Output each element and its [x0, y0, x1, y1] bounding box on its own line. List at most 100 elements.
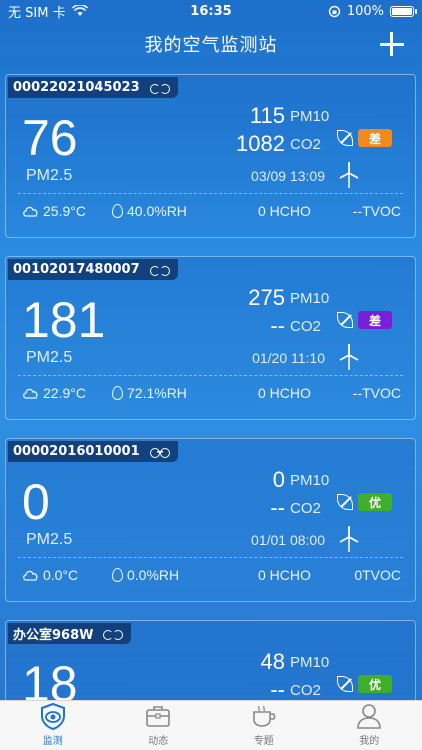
tab-monitor-label: 监测 [42, 736, 63, 747]
leaf-icon [337, 312, 353, 328]
wifi-icon [71, 5, 88, 16]
device-card[interactable]: 00022021045023 76 PM2.5 115 PM10 1082 CO… [5, 74, 416, 238]
status-time: 16:35 [190, 3, 232, 19]
briefcase-icon [146, 706, 171, 727]
pm10-label: PM10 [290, 654, 330, 671]
link-broken-icon [149, 83, 170, 94]
hcho-value: 0 HCHO [258, 385, 311, 401]
quality-badge: 优 [358, 675, 392, 693]
pm25-value: 0 [22, 474, 50, 530]
divider [18, 557, 403, 558]
tvoc-item: --TVOC [353, 385, 401, 401]
environment-row: 0.0°C 0.0%RH 0 HCHO 0TVOC [6, 567, 415, 587]
pm25-value: 181 [22, 292, 106, 348]
update-time: 01/20 11:10 [252, 350, 325, 366]
device-list[interactable]: 00022021045023 76 PM2.5 115 PM10 1082 CO… [0, 74, 422, 700]
tvoc-item: --TVOC [353, 203, 401, 219]
person-icon [357, 704, 382, 729]
tab-news[interactable]: 动态 [106, 701, 212, 750]
humidity-item: 40.0%RH [112, 203, 187, 219]
link-broken-icon [149, 265, 170, 276]
humidity-item: 72.1%RH [112, 385, 187, 401]
co2-value: -- [270, 495, 285, 520]
orientation-lock-icon [328, 5, 341, 17]
battery-percent: 100% [346, 3, 384, 19]
tab-topics[interactable]: 专题 [211, 701, 317, 750]
tvoc-item: 0TVOC [354, 567, 401, 583]
co2-label: CO2 [290, 500, 321, 517]
tvoc-value: --TVOC [352, 203, 401, 219]
pm25-label: PM2.5 [26, 349, 73, 366]
link-broken-icon [103, 629, 124, 640]
pm10-value: 275 [248, 285, 285, 310]
pm10-value: 115 [249, 103, 285, 128]
quality-badge: 优 [358, 493, 392, 511]
device-name-tag: 办公室968W [8, 623, 132, 644]
water-drop-icon [112, 568, 123, 582]
tab-topics-label: 专题 [253, 736, 274, 747]
wind-turbine-icon [339, 162, 359, 188]
device-card[interactable]: 00102017480007 181 PM2.5 275 PM10 -- CO2… [5, 256, 416, 420]
tab-monitor[interactable]: 监测 [0, 701, 106, 750]
pm10-label: PM10 [290, 290, 330, 307]
nav-bar: 我的空气监测站 [0, 22, 422, 66]
cup-icon [252, 705, 276, 727]
co2-value: -- [270, 677, 285, 700]
leaf-icon [337, 130, 353, 146]
co2-value: 1082 [236, 131, 285, 156]
co2-label: CO2 [290, 682, 321, 699]
tvoc-value: 0TVOC [354, 567, 401, 583]
pm25-label: PM2.5 [26, 531, 73, 548]
cloud-icon [23, 388, 38, 399]
wind-turbine-icon [339, 344, 359, 370]
humidity-value: 0.0%RH [127, 567, 180, 583]
divider [18, 375, 403, 376]
temperature-item: 25.9°C [22, 203, 86, 219]
tab-mine[interactable]: 我的 [317, 701, 422, 750]
pm10-label: PM10 [290, 108, 330, 125]
device-name-tag: 00102017480007 [8, 259, 178, 280]
co2-label: CO2 [290, 136, 321, 153]
pm10-value: 0 [272, 467, 285, 492]
pm25-label: PM2.5 [26, 167, 73, 184]
humidity-value: 72.1%RH [127, 385, 187, 401]
tab-bar: 监测 动态 专题 我的 [0, 700, 422, 750]
tvoc-value: --TVOC [352, 385, 401, 401]
update-time: 01/01 08:00 [251, 532, 325, 548]
device-name: 00022021045023 [13, 80, 140, 95]
pm10-label: PM10 [290, 472, 330, 489]
humidity-value: 40.0%RH [127, 203, 187, 219]
wind-turbine-icon [339, 526, 359, 552]
device-name: 办公室968W [13, 628, 94, 643]
environment-row: 25.9°C 40.0%RH 0 HCHO --TVOC [6, 203, 415, 223]
hcho-item: 0 HCHO [258, 567, 311, 583]
hcho-item: 0 HCHO [258, 203, 311, 219]
device-name-tag: 00002016010001 [8, 441, 178, 462]
temperature-item: 0.0°C [22, 567, 78, 583]
device-name: 00002016010001 [13, 444, 140, 459]
cloud-icon [23, 570, 38, 581]
temperature-item: 22.9°C [22, 385, 86, 401]
device-card[interactable]: 00002016010001 0 PM2.5 0 PM10 -- CO2 优 0… [5, 438, 416, 602]
hcho-value: 0 HCHO [258, 567, 311, 583]
pm25-value: 76 [22, 110, 78, 166]
pm10-value: 48 [260, 649, 285, 674]
quality-badge: 差 [358, 129, 392, 147]
pm25-value: 18 [22, 656, 78, 700]
divider [18, 193, 403, 194]
tab-mine-label: 我的 [359, 736, 380, 747]
co2-value: -- [270, 313, 285, 338]
device-name-tag: 00022021045023 [8, 77, 178, 98]
status-bar: 无 SIM 卡 16:35 100% [0, 0, 422, 22]
temperature-value: 0.0°C [43, 567, 79, 583]
temperature-value: 25.9°C [43, 203, 86, 219]
temperature-value: 22.9°C [43, 385, 86, 401]
co2-label: CO2 [290, 318, 321, 335]
eye-shield-icon [40, 702, 65, 730]
water-drop-icon [112, 386, 123, 400]
humidity-item: 0.0%RH [112, 567, 179, 583]
device-card[interactable]: 办公室968W 18 PM2.5 48 PM10 -- CO2 优 [5, 620, 416, 700]
hcho-item: 0 HCHO [258, 385, 311, 401]
add-device-button[interactable] [376, 28, 408, 60]
update-time: 03/09 13:09 [251, 168, 325, 184]
